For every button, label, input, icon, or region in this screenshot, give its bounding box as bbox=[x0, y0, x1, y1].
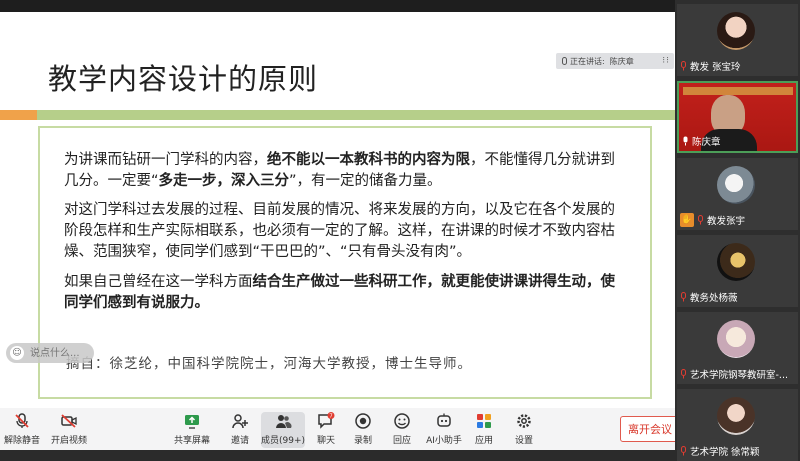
speaking-label: 正在讲话: bbox=[570, 56, 605, 66]
title-accent-bar-green bbox=[37, 110, 675, 120]
slide-title: 教学内容设计的原则 bbox=[48, 62, 319, 96]
participant-name: 艺术学院 徐常颖 bbox=[690, 447, 760, 458]
text-segment: 如果自己曾经在这一学科方面 bbox=[64, 274, 253, 290]
settings-label: 设置 bbox=[514, 436, 533, 446]
invite-button[interactable]: 邀请 bbox=[218, 412, 262, 448]
invite-icon bbox=[232, 414, 248, 429]
unmute-button[interactable]: 解除静音 bbox=[0, 412, 44, 448]
mic-muted-icon bbox=[681, 292, 686, 302]
participant-name: 教务处杨薇 bbox=[690, 293, 738, 304]
avatar bbox=[717, 320, 755, 358]
reaction-label: 回应 bbox=[392, 436, 411, 446]
ai-assistant-button[interactable]: AI小助手 bbox=[422, 412, 466, 448]
participant-tile[interactable]: 教发 张宝玲 bbox=[677, 4, 798, 76]
reaction-icon bbox=[394, 413, 410, 429]
paragraph-1: 为讲课而钻研一门学科的内容，绝不能以一本教科书的内容为限，不能懂得几分就讲到几分… bbox=[64, 150, 624, 192]
start-video-label: 开启视频 bbox=[50, 436, 87, 446]
members-icon bbox=[276, 415, 292, 428]
citation: 摘自：徐芝纶，中国科学院院士，河海大学教授，博士生导师。 bbox=[66, 356, 472, 372]
mic-muted-icon bbox=[681, 446, 686, 456]
members-label: 成员(99+) bbox=[260, 436, 306, 446]
reaction-button[interactable]: 回应 bbox=[380, 412, 424, 448]
video-off-icon bbox=[61, 414, 77, 428]
chat-input-field[interactable] bbox=[28, 346, 92, 360]
invite-label: 邀请 bbox=[230, 436, 249, 446]
share-screen-button[interactable]: 共享屏幕 bbox=[170, 412, 214, 448]
participant-tile[interactable]: 艺术学院钢琴教研室-... bbox=[677, 312, 798, 384]
record-button[interactable]: 录制 bbox=[341, 412, 385, 448]
participant-name: 陈庆章 bbox=[692, 137, 721, 148]
participant-tile-active-speaker[interactable]: 陈庆章 bbox=[677, 81, 798, 153]
text-segment: 为讲课而钻研一门学科的内容， bbox=[64, 152, 267, 168]
record-label: 录制 bbox=[353, 436, 372, 446]
bold-text-segment: 多走一步，深入三分 bbox=[158, 173, 290, 189]
raise-hand-icon: ✋ bbox=[680, 213, 694, 227]
meeting-toolbar: 解除静音 开启视频 共享屏幕 邀请 成员(99+) 7 聊天 录制 回应 AI小… bbox=[0, 408, 680, 450]
apps-button[interactable]: 应用 bbox=[462, 412, 506, 448]
speaking-indicator: 正在讲话: 陈庆章 ⁝⁝ bbox=[556, 53, 674, 69]
chat-label: 聊天 bbox=[316, 436, 335, 446]
shared-slide: 教学内容设计的原则 正在讲话: 陈庆章 ⁝⁝ 为讲课而钻研一门学科的内容，绝不能… bbox=[0, 12, 675, 408]
more-icon[interactable]: ⁝⁝ bbox=[662, 56, 670, 66]
settings-icon bbox=[517, 414, 531, 428]
leave-meeting-button[interactable]: 离开会议 bbox=[620, 416, 680, 442]
share-screen-label: 共享屏幕 bbox=[173, 436, 210, 446]
participant-sidebar: 教发 张宝玲 陈庆章 ✋ 教发张宇 教务处杨薇 艺术学院钢琴教研室-... 艺术学… bbox=[675, 0, 800, 461]
start-video-button[interactable]: 开启视频 bbox=[47, 412, 91, 448]
paragraph-2: 对这门学科过去发展的过程、目前发展的情况、将来发展的方向，以及它在各个发展的阶段… bbox=[64, 200, 624, 263]
participant-name: 艺术学院钢琴教研室-... bbox=[690, 370, 788, 381]
ai-assistant-icon bbox=[437, 413, 451, 427]
title-accent-bar-orange bbox=[0, 110, 37, 120]
participant-name: 教发张宇 bbox=[707, 216, 746, 227]
participant-tile[interactable]: 教务处杨薇 bbox=[677, 235, 798, 307]
share-screen-icon bbox=[185, 415, 199, 429]
avatar bbox=[717, 166, 755, 204]
unmute-label: 解除静音 bbox=[3, 436, 40, 446]
participant-tile[interactable]: ✋ 教发张宇 bbox=[677, 158, 798, 230]
bold-text-segment: 绝不能以一本教科书的内容为限 bbox=[267, 152, 470, 168]
participant-tile[interactable]: 艺术学院 徐常颖 bbox=[677, 389, 798, 461]
avatar bbox=[717, 397, 755, 435]
svg-text:7: 7 bbox=[329, 414, 333, 420]
chat-icon: 7 bbox=[318, 412, 335, 429]
mic-icon bbox=[562, 57, 567, 65]
members-button[interactable]: 成员(99+) bbox=[261, 412, 305, 448]
paragraph-3: 如果自己曾经在这一学科方面结合生产做过一些科研工作，就更能使讲课讲得生动，使同学… bbox=[64, 272, 624, 314]
text-segment: 对这门学科过去发展的过程、目前发展的情况、将来发展的方向，以及它在各个发展的阶段… bbox=[64, 202, 615, 260]
mic-muted-icon bbox=[681, 61, 686, 71]
emoji-icon[interactable]: ☺ bbox=[10, 346, 24, 360]
settings-button[interactable]: 设置 bbox=[502, 412, 546, 448]
top-window-strip bbox=[0, 0, 675, 12]
video-banner bbox=[683, 87, 793, 95]
avatar bbox=[717, 243, 755, 281]
content-box: 为讲课而钻研一门学科的内容，绝不能以一本教科书的内容为限，不能懂得几分就讲到几分… bbox=[38, 126, 652, 399]
avatar bbox=[717, 12, 755, 50]
apps-icon bbox=[477, 414, 491, 428]
text-segment: ”，有一定的储备力量。 bbox=[289, 173, 442, 189]
mic-icon bbox=[683, 136, 688, 146]
mic-muted-icon bbox=[698, 215, 703, 225]
ai-assistant-label: AI小助手 bbox=[426, 436, 462, 446]
apps-label: 应用 bbox=[474, 436, 493, 446]
participant-name: 教发 张宝玲 bbox=[690, 62, 741, 73]
speaking-name: 陈庆章 bbox=[609, 56, 634, 66]
mic-muted-icon bbox=[15, 413, 29, 428]
record-icon bbox=[355, 413, 371, 429]
mic-muted-icon bbox=[681, 369, 686, 379]
chat-quick-input[interactable]: ☺ bbox=[6, 343, 94, 363]
